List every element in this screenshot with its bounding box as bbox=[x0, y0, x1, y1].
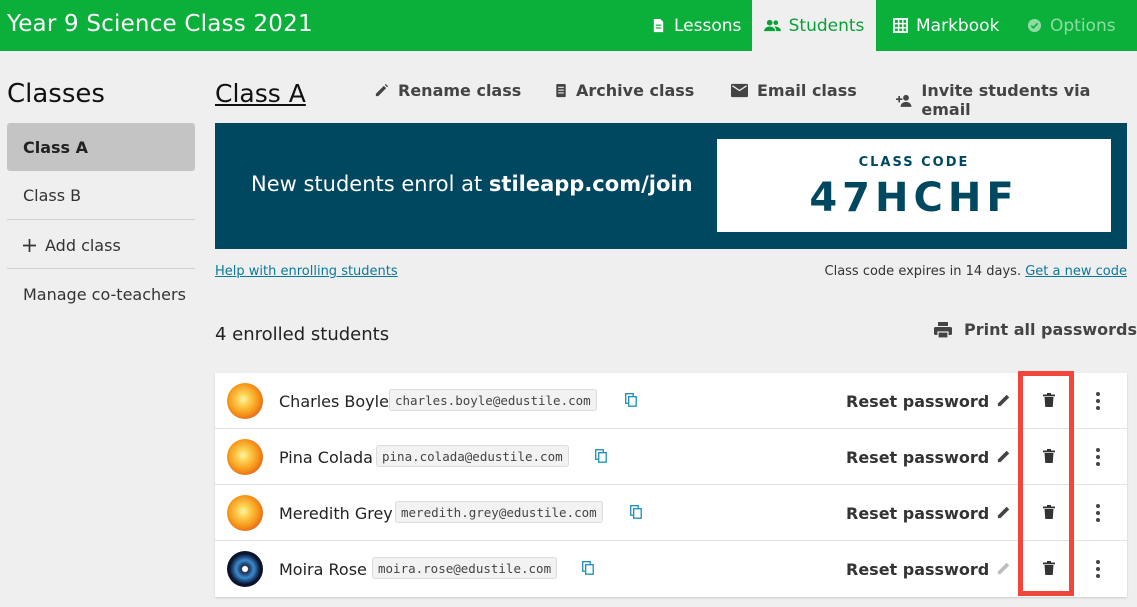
reset-password-button[interactable]: Reset password bbox=[846, 448, 989, 467]
student-email: moira.rose@edustile.com bbox=[372, 557, 558, 579]
person-add-icon bbox=[896, 94, 912, 107]
avatar bbox=[227, 439, 263, 475]
sidebar-item-add-class[interactable]: Add class bbox=[7, 221, 195, 269]
get-new-code-link[interactable]: Get a new code bbox=[1025, 264, 1127, 279]
tab-students-label: Students bbox=[788, 15, 865, 36]
sidebar-item-label: Add class bbox=[45, 235, 121, 255]
tab-options-label: Options bbox=[1050, 15, 1116, 36]
sidebar-item-manage-co-teachers[interactable]: Manage co-teachers bbox=[7, 270, 195, 318]
tab-lessons-label: Lessons bbox=[674, 15, 742, 36]
invite-students-button[interactable]: Invite students via email bbox=[896, 81, 1137, 119]
sidebar-item-label: Class A bbox=[23, 137, 89, 157]
tab-markbook[interactable]: Markbook bbox=[893, 0, 999, 51]
student-email: pina.colada@edustile.com bbox=[376, 445, 569, 467]
tab-markbook-label: Markbook bbox=[916, 15, 1000, 36]
enrolled-count: 4 enrolled students bbox=[215, 324, 390, 345]
archive-class-button[interactable]: Archive class bbox=[555, 81, 694, 100]
table-row: Pina Colada pina.colada@edustile.com Res… bbox=[215, 429, 1127, 485]
printer-icon bbox=[934, 321, 952, 339]
plus-icon bbox=[23, 238, 36, 252]
sidebar-title: Classes bbox=[7, 79, 105, 109]
envelope-icon bbox=[731, 83, 748, 98]
code-expiry: Class code expires in 14 days. Get a new… bbox=[825, 264, 1128, 279]
enrol-url: stileapp.com/join bbox=[488, 172, 693, 196]
page-title: Class A bbox=[215, 79, 306, 108]
pencil-icon[interactable] bbox=[997, 505, 1011, 519]
archive-icon bbox=[556, 83, 566, 98]
sidebar-divider bbox=[7, 219, 195, 220]
enrol-instructions: New students enrol at stileapp.com/join bbox=[251, 172, 693, 196]
document-icon bbox=[653, 18, 664, 33]
class-code-banner: New students enrol at stileapp.com/join … bbox=[215, 123, 1127, 249]
more-vertical-icon[interactable] bbox=[1095, 503, 1101, 523]
sidebar-item-label: Manage co-teachers bbox=[23, 284, 186, 304]
reset-password-button[interactable]: Reset password bbox=[846, 560, 989, 579]
student-name: Charles Boyle bbox=[279, 392, 389, 411]
avatar bbox=[227, 551, 263, 587]
email-class-label: Email class bbox=[757, 81, 857, 100]
sidebar-item-label: Class B bbox=[23, 185, 82, 205]
avatar bbox=[227, 495, 263, 531]
student-name: Meredith Grey bbox=[279, 504, 393, 523]
invite-students-label: Invite students via email bbox=[921, 81, 1091, 119]
reset-password-button[interactable]: Reset password bbox=[846, 504, 989, 523]
tab-lessons[interactable]: Lessons bbox=[651, 0, 741, 51]
check-circle-icon bbox=[1027, 18, 1042, 33]
tab-options[interactable]: Options bbox=[1027, 0, 1116, 51]
more-vertical-icon[interactable] bbox=[1095, 391, 1101, 411]
rename-class-button[interactable]: Rename class bbox=[374, 81, 521, 100]
delete-column-highlight bbox=[1018, 371, 1074, 596]
copy-icon[interactable] bbox=[582, 561, 594, 575]
grid-icon bbox=[893, 18, 908, 33]
people-icon bbox=[763, 19, 781, 32]
rename-class-label: Rename class bbox=[398, 81, 522, 100]
tab-students[interactable]: Students bbox=[752, 0, 876, 51]
student-email: charles.boyle@edustile.com bbox=[389, 389, 597, 411]
print-passwords-label: Print all passwords bbox=[964, 320, 1137, 339]
sidebar-item-class-a[interactable]: Class A bbox=[7, 123, 195, 171]
top-bar: Year 9 Science Class 2021 Lessons Studen… bbox=[0, 0, 1137, 51]
student-email: meredith.grey@edustile.com bbox=[395, 501, 603, 523]
print-passwords-button[interactable]: Print all passwords bbox=[934, 320, 1137, 339]
pencil-icon bbox=[997, 562, 1010, 575]
student-name: Moira Rose bbox=[279, 560, 367, 579]
pencil-icon bbox=[375, 83, 389, 97]
copy-icon[interactable] bbox=[630, 505, 642, 519]
pencil-icon[interactable] bbox=[997, 449, 1011, 463]
sidebar-item-class-b[interactable]: Class B bbox=[7, 171, 195, 219]
help-enrolling-link[interactable]: Help with enrolling students bbox=[215, 264, 398, 279]
table-row: Moira Rose moira.rose@edustile.com Reset… bbox=[215, 541, 1127, 597]
student-table: Charles Boyle charles.boyle@edustile.com… bbox=[215, 373, 1127, 597]
more-vertical-icon[interactable] bbox=[1095, 447, 1101, 467]
copy-icon[interactable] bbox=[595, 449, 607, 463]
email-class-button[interactable]: Email class bbox=[731, 81, 857, 100]
copy-icon[interactable] bbox=[625, 393, 637, 407]
app-title: Year 9 Science Class 2021 bbox=[7, 11, 313, 37]
table-row: Meredith Grey meredith.grey@edustile.com… bbox=[215, 485, 1127, 541]
student-name: Pina Colada bbox=[279, 448, 373, 467]
class-code-value: 47HCHF bbox=[809, 175, 1019, 221]
archive-class-label: Archive class bbox=[576, 81, 695, 100]
sidebar-divider bbox=[7, 268, 195, 269]
class-code-box: CLASS CODE 47HCHF bbox=[717, 139, 1111, 232]
code-expiry-text: Class code expires in 14 days. bbox=[824, 264, 1022, 279]
table-row: Charles Boyle charles.boyle@edustile.com… bbox=[215, 373, 1127, 429]
class-code-label: CLASS CODE bbox=[858, 155, 970, 170]
more-vertical-icon[interactable] bbox=[1095, 559, 1101, 579]
pencil-icon[interactable] bbox=[997, 393, 1011, 407]
avatar bbox=[227, 383, 263, 419]
reset-password-button[interactable]: Reset password bbox=[846, 392, 989, 411]
